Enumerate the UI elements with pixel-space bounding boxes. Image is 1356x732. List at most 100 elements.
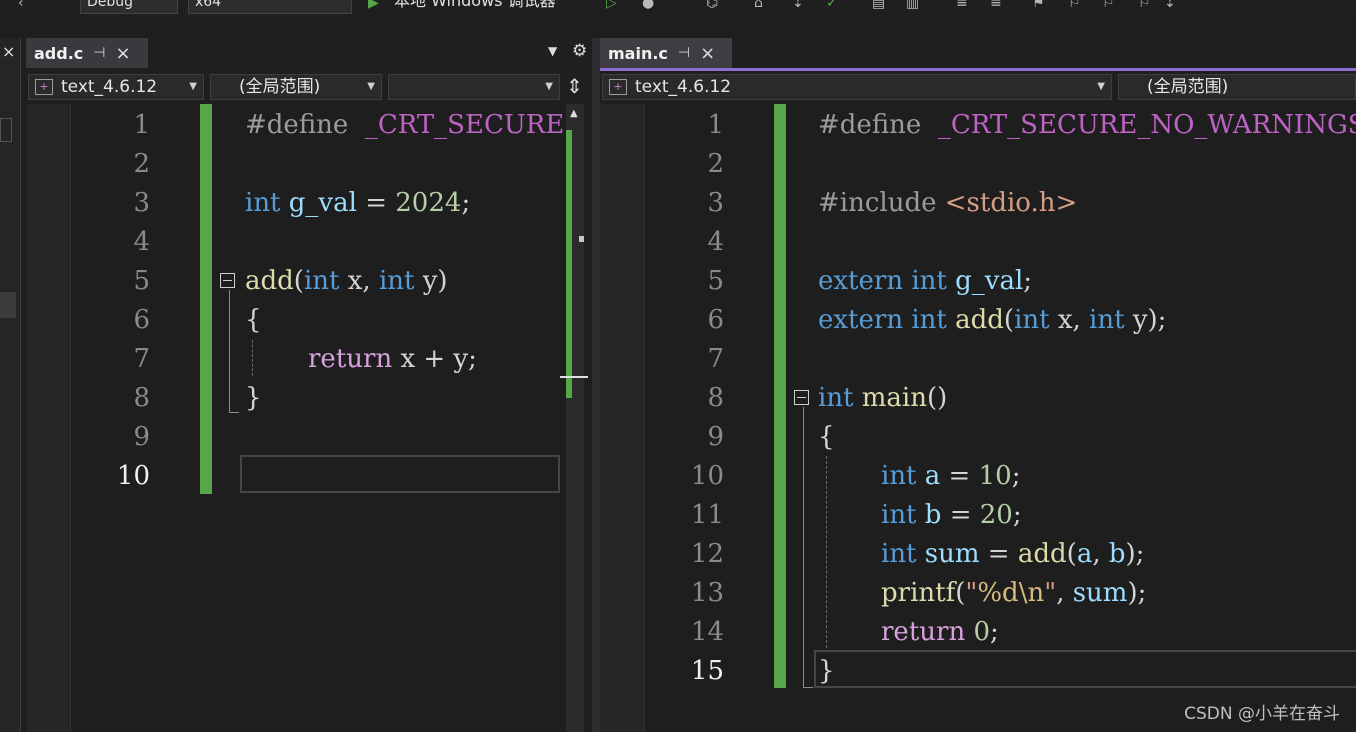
project-label: text_4.6.12 <box>61 77 158 97</box>
line-number: 3 <box>707 188 724 218</box>
line-number: 1 <box>133 110 150 140</box>
fold-guide <box>803 407 804 687</box>
bookmark-next-icon[interactable]: ⚐ <box>1102 0 1118 10</box>
save-icon[interactable]: ▤ <box>872 0 888 10</box>
outdent-icon[interactable]: ≡ <box>990 0 1006 10</box>
platform-dropdown[interactable]: x64 <box>188 0 352 14</box>
change-tracking-bar <box>200 104 212 494</box>
line-number: 3 <box>133 188 150 218</box>
line-number: 5 <box>707 266 724 296</box>
toolbar-overflow-icon[interactable]: ⇣ <box>1164 0 1180 10</box>
line-number: 10 <box>690 461 724 491</box>
code-line: extern int add(int x, int y); <box>818 305 1167 335</box>
line-number: 8 <box>707 383 724 413</box>
line-number: 6 <box>133 305 150 335</box>
tab-label: add.c <box>34 43 84 63</box>
start-without-debug-icon[interactable]: ▷ <box>606 0 622 10</box>
line-number: 2 <box>133 149 150 179</box>
gear-icon[interactable]: ⚙ <box>572 41 587 61</box>
code-line: int b = 20; <box>881 500 1022 530</box>
config-dropdown[interactable]: Debug <box>80 0 178 14</box>
indent-icon[interactable]: ≡ <box>956 0 972 10</box>
scope-label: (全局范围) <box>1147 77 1229 97</box>
watermark: CSDN @小羊在奋斗 <box>1184 704 1340 724</box>
project-label: text_4.6.12 <box>635 77 732 97</box>
collapse-icon[interactable] <box>220 273 235 288</box>
scope-dropdown[interactable]: (全局范围) <box>1118 74 1356 100</box>
member-dropdown[interactable]: ▼ <box>388 74 560 100</box>
code-line: #define _CRT_SECURE <box>245 110 565 140</box>
code-line: return 0; <box>881 617 999 647</box>
close-icon[interactable]: × <box>2 42 15 61</box>
code-editor[interactable]: 1 2 3 4 5 6 7 8 9 10 11 12 13 14 15 #def… <box>600 104 1356 732</box>
editor-pane-main: main.c ⊣ × + text_4.6.12 ▼ (全局范围) 1 2 3 … <box>600 38 1356 732</box>
scope-label: (全局范围) <box>239 77 321 97</box>
scroll-up-icon[interactable]: ▲ <box>570 108 578 119</box>
line-number: 9 <box>707 422 724 452</box>
tab-list-dropdown-icon[interactable]: ▼ <box>548 44 557 58</box>
pane-splitter[interactable] <box>592 38 600 732</box>
bookmark-prev-icon[interactable]: ⚐ <box>1068 0 1084 10</box>
line-number: 10 <box>116 461 150 491</box>
line-number: 4 <box>133 227 150 257</box>
line-number: 8 <box>133 383 150 413</box>
tab-add-c[interactable]: add.c ⊣ × <box>26 38 148 68</box>
line-number: 15 <box>690 656 724 686</box>
indicator-margin <box>600 104 645 732</box>
project-icon: + <box>609 79 627 95</box>
code-line: { <box>818 422 835 452</box>
stop-icon[interactable]: ● <box>642 0 658 10</box>
line-number: 6 <box>707 305 724 335</box>
code-line: } <box>818 656 835 686</box>
chevron-down-icon: ▼ <box>1097 81 1105 92</box>
caret-position-marker <box>560 376 588 378</box>
indent-guide <box>252 340 253 376</box>
start-debug-icon[interactable]: ▶ <box>368 0 384 10</box>
code-line: int main() <box>818 383 948 413</box>
tab-strip: add.c ⊣ × ▼ ⚙ <box>26 38 592 68</box>
code-editor[interactable]: 1 2 3 4 5 6 7 8 9 10 #define _CRT_SECURE… <box>26 104 592 732</box>
pin-icon[interactable]: ⊣ <box>93 45 105 61</box>
bookmark-icon[interactable]: ⚑ <box>1032 0 1048 10</box>
indicator-margin <box>26 104 71 732</box>
close-icon[interactable]: × <box>700 43 715 64</box>
comment-icon[interactable]: ▥ <box>906 0 922 10</box>
fold-guide <box>229 290 230 412</box>
code-line: { <box>245 305 262 335</box>
pin-icon[interactable]: ⊣ <box>678 45 690 61</box>
line-number: 11 <box>690 500 724 530</box>
change-tracking-bar <box>774 104 786 688</box>
project-icon: + <box>35 79 53 95</box>
selected-item-stub <box>0 292 16 318</box>
project-dropdown[interactable]: + text_4.6.12 ▼ <box>28 74 204 100</box>
current-line-highlight <box>240 455 560 493</box>
editor-pane-add: add.c ⊣ × ▼ ⚙ + text_4.6.12 ▼ (全局范围) ▼ ▼… <box>26 38 592 732</box>
build-icon[interactable]: ⇣ <box>792 0 808 10</box>
split-icon[interactable]: ⇕ <box>566 74 583 98</box>
dropdown-stub[interactable] <box>0 118 12 142</box>
close-icon[interactable]: × <box>115 43 130 64</box>
vertical-scrollbar[interactable]: ▲ <box>560 104 588 732</box>
start-debug-button[interactable]: 本地 Windows 调试器 <box>394 0 556 10</box>
diagnostic-icon[interactable]: ⌬ <box>706 0 722 10</box>
code-line: extern int g_val; <box>818 266 1033 296</box>
scope-dropdown[interactable]: (全局范围) ▼ <box>210 74 382 100</box>
line-number: 13 <box>690 578 724 608</box>
line-number: 1 <box>707 110 724 140</box>
line-number: 2 <box>707 149 724 179</box>
nav-back-icon[interactable]: ‹ <box>18 0 34 10</box>
line-number: 14 <box>690 617 724 647</box>
tab-main-c[interactable]: main.c ⊣ × <box>600 38 732 68</box>
line-number: 12 <box>690 539 724 569</box>
chevron-down-icon: ▼ <box>189 81 197 92</box>
main-toolbar: ‹ Debug x64 ▶ 本地 Windows 调试器 ▷ ● ⌬ ⌂ ⇣ ✓… <box>0 0 1356 16</box>
fold-guide-end <box>229 412 239 413</box>
chevron-down-icon: ▼ <box>545 81 553 92</box>
tab-label: main.c <box>608 43 668 63</box>
solution-icon[interactable]: ⌂ <box>754 0 770 10</box>
collapse-icon[interactable] <box>794 390 809 405</box>
bookmark-clear-icon[interactable]: ⚐ <box>1138 0 1154 10</box>
code-line: printf("%d\n", sum); <box>881 578 1147 608</box>
project-dropdown[interactable]: + text_4.6.12 ▼ <box>602 74 1112 100</box>
check-icon[interactable]: ✓ <box>826 0 842 10</box>
